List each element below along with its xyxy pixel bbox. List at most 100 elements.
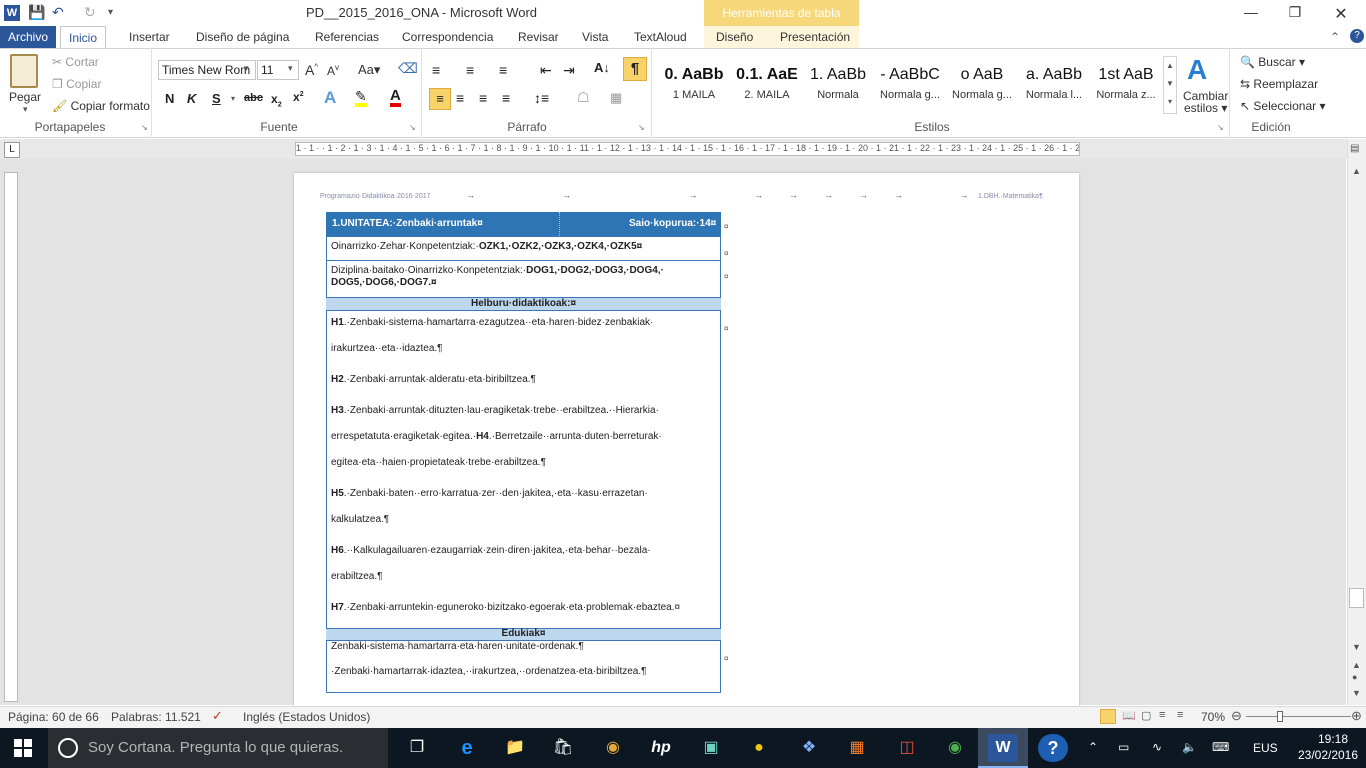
language-status[interactable]: Inglés (Estados Unidos): [243, 710, 370, 724]
style-normala-g-2[interactable]: o AaB Normala g...: [946, 58, 1018, 112]
select-button[interactable]: ↖ Seleccionar ▾: [1240, 99, 1325, 113]
windows-start-icon[interactable]: [14, 739, 32, 757]
tab-revisar[interactable]: Revisar: [510, 26, 567, 48]
highlight-icon[interactable]: ✎: [355, 89, 367, 107]
show-marks-icon[interactable]: ¶: [623, 57, 647, 81]
replace-button[interactable]: ⇆ Reemplazar: [1240, 77, 1318, 91]
ruler-toggle-icon[interactable]: ▤: [1350, 143, 1359, 154]
outline-view-icon[interactable]: ≡: [1159, 709, 1165, 721]
tray-expand-icon[interactable]: ⌃: [1088, 740, 1098, 754]
media-player-icon[interactable]: ●: [744, 734, 774, 762]
cortana-search-box[interactable]: Soy Cortana. Pregunta lo que quieras.: [48, 728, 388, 768]
tab-insertar[interactable]: Insertar: [121, 26, 178, 48]
zoom-level[interactable]: 70%: [1201, 710, 1225, 724]
underline-icon[interactable]: S: [212, 91, 221, 106]
align-center-icon[interactable]: ≡: [456, 90, 464, 106]
word-count[interactable]: Palabras: 11.521: [111, 710, 201, 724]
battery-icon[interactable]: ▭: [1118, 740, 1129, 754]
clear-formatting-icon[interactable]: ⌫: [398, 60, 418, 77]
decrease-indent-icon[interactable]: ⇤: [540, 62, 552, 79]
collapse-ribbon-icon[interactable]: ⌃: [1330, 30, 1340, 44]
change-styles-icon[interactable]: A: [1187, 54, 1207, 86]
cut-button[interactable]: ✂ Cortar: [52, 55, 99, 69]
grid-app-icon[interactable]: ▦: [842, 734, 872, 762]
subscript-icon[interactable]: x2: [271, 92, 282, 108]
bold-icon[interactable]: N: [165, 91, 174, 106]
edge-icon[interactable]: e: [452, 734, 482, 762]
tab-diseno-pagina[interactable]: Diseño de página: [188, 26, 297, 48]
numbering-icon[interactable]: ≡: [466, 62, 474, 78]
styles-scroll-icon[interactable]: ▲ ▼ ▾: [1163, 56, 1177, 114]
close-icon[interactable]: ✕: [1318, 4, 1364, 24]
keyboard-icon[interactable]: ⌨: [1212, 740, 1229, 754]
wifi-icon[interactable]: ∿: [1152, 740, 1162, 754]
copy-button[interactable]: ❐ Copiar: [52, 77, 101, 91]
scroll-up-icon[interactable]: ▲: [1352, 166, 1361, 176]
grow-font-icon[interactable]: A^: [305, 62, 318, 78]
paste-icon[interactable]: [10, 54, 38, 88]
increase-indent-icon[interactable]: ⇥: [563, 62, 575, 79]
multilevel-list-icon[interactable]: ≡: [499, 62, 507, 78]
shrink-font-icon[interactable]: Av: [327, 63, 339, 78]
font-name-dropdown-icon[interactable]: ▾: [244, 63, 249, 74]
prev-page-icon[interactable]: ▲: [1352, 660, 1361, 670]
text-effects-icon[interactable]: A: [324, 88, 336, 108]
undo-icon[interactable]: ↶: [52, 4, 64, 21]
help-icon[interactable]: ?: [1350, 29, 1364, 43]
web-layout-icon[interactable]: ▢: [1141, 709, 1151, 722]
browse-object-icon[interactable]: ●: [1352, 672, 1357, 682]
draft-view-icon[interactable]: ≡: [1177, 709, 1183, 721]
borders-icon[interactable]: ▦: [610, 90, 622, 106]
justify-icon[interactable]: ≡: [502, 90, 510, 106]
task-view-icon[interactable]: ❐: [402, 734, 432, 762]
zoom-out-icon[interactable]: ⊖: [1231, 708, 1242, 724]
next-page-icon[interactable]: ▼: [1352, 688, 1361, 698]
print-layout-view-icon[interactable]: [1100, 709, 1116, 724]
minimize-icon[interactable]: —: [1228, 4, 1274, 20]
format-painter-button[interactable]: 🖌 Copiar formato: [52, 99, 150, 113]
powerpoint-like-icon[interactable]: ◫: [892, 734, 922, 762]
find-button[interactable]: 🔍 Buscar ▾: [1240, 55, 1305, 69]
horizontal-ruler[interactable]: 1 · 1 · · 1 · 2 · 1 · 3 · 1 · 4 · 1 · 5 …: [295, 142, 1080, 156]
align-left-icon[interactable]: ≡: [429, 88, 451, 110]
chrome-icon[interactable]: ◉: [940, 734, 970, 762]
style-1-maila[interactable]: 0. AaBb 1 MAILA: [658, 58, 730, 112]
tab-referencias[interactable]: Referencias: [307, 26, 387, 48]
page-count[interactable]: Página: 60 de 66: [8, 710, 99, 724]
file-explorer-icon[interactable]: 📁: [500, 734, 530, 762]
tab-correspondencia[interactable]: Correspondencia: [394, 26, 501, 48]
clock-date[interactable]: 23/02/2016: [1290, 748, 1366, 762]
paste-dropdown-icon[interactable]: ▾: [23, 104, 28, 115]
store-icon[interactable]: 🛍: [548, 734, 578, 762]
paste-button[interactable]: Pegar: [9, 90, 41, 104]
style-normala-g-1[interactable]: - AaBbC Normala g...: [874, 58, 946, 112]
zoom-slider[interactable]: [1246, 716, 1351, 717]
input-language[interactable]: EUS: [1253, 741, 1278, 755]
scroll-thumb[interactable]: [1349, 588, 1364, 608]
redo-icon[interactable]: ↻: [84, 4, 96, 21]
volume-icon[interactable]: 🔈: [1182, 740, 1197, 754]
camera-app-icon[interactable]: ▣: [696, 734, 726, 762]
clock-time[interactable]: 19:18: [1308, 732, 1358, 746]
shading-icon[interactable]: ☖: [577, 89, 590, 106]
media-app-icon[interactable]: ◉: [598, 734, 628, 762]
read-mode-icon[interactable]: 📖: [1122, 709, 1136, 722]
strikethrough-icon[interactable]: abc: [244, 92, 263, 104]
paragraph-launcher-icon[interactable]: ↘: [638, 123, 645, 132]
vertical-scrollbar[interactable]: [1347, 139, 1366, 705]
scroll-down-icon[interactable]: ▼: [1352, 642, 1361, 652]
tab-vista[interactable]: Vista: [574, 26, 616, 48]
superscript-icon[interactable]: x2: [293, 90, 304, 104]
change-styles-button[interactable]: Cambiar estilos ▾: [1183, 90, 1228, 114]
customize-qat-icon[interactable]: ▾: [108, 7, 113, 18]
proofing-icon[interactable]: ✓: [212, 708, 223, 724]
tab-archivo[interactable]: Archivo: [0, 26, 56, 48]
line-spacing-icon[interactable]: ↕≡: [534, 90, 549, 106]
word-app-icon[interactable]: W: [4, 5, 20, 21]
style-normala[interactable]: 1. AaBb Normala: [802, 58, 874, 112]
save-icon[interactable]: 💾: [28, 4, 45, 21]
font-size-dropdown-icon[interactable]: ▾: [288, 63, 293, 74]
style-2-maila[interactable]: 0.1. AaE 2. MAILA: [731, 58, 803, 112]
font-name-box[interactable]: Times New Rom: [158, 60, 256, 80]
vertical-ruler[interactable]: [4, 172, 18, 702]
